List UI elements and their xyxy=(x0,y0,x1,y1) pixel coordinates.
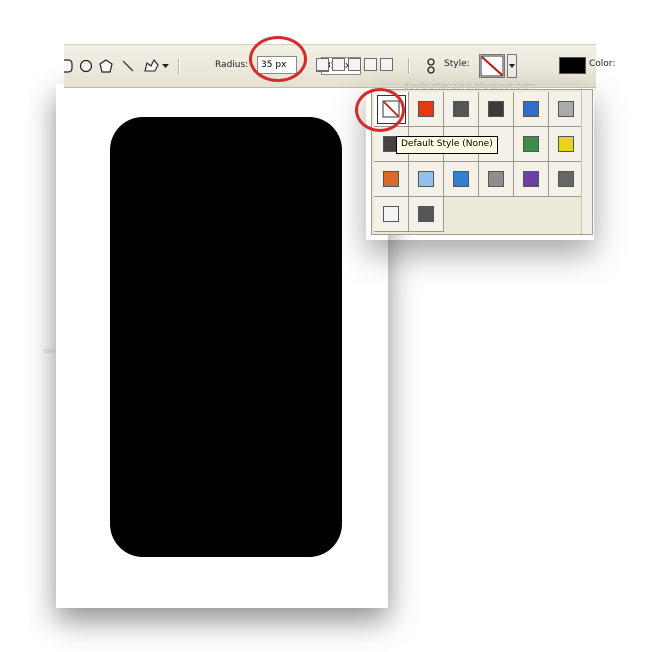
exclude-area-icon[interactable] xyxy=(380,58,393,71)
style-dark-glossy-swatch-icon xyxy=(488,101,504,117)
style-orange-sunset-swatch-icon xyxy=(383,171,399,187)
style-yellow-frame-swatch-icon xyxy=(558,136,574,152)
style-swatch[interactable] xyxy=(479,54,505,78)
style-gray-block-swatch-icon xyxy=(558,171,574,187)
add-to-area-icon[interactable] xyxy=(332,58,345,71)
subtract-area-icon[interactable] xyxy=(348,58,361,71)
style-cell-style-white-outline[interactable] xyxy=(374,197,409,232)
style-light-gray-swatch-icon xyxy=(558,101,574,117)
style-cell-style-purple[interactable] xyxy=(514,162,549,197)
style-cell-style-sky-horizon[interactable] xyxy=(444,162,479,197)
intersect-area-icon[interactable] xyxy=(364,58,377,71)
annotation-circle-default-style xyxy=(355,88,405,132)
style-cell-style-light-gray[interactable] xyxy=(549,92,584,127)
style-gray-photo-swatch-icon xyxy=(488,171,504,187)
style-dark-gray-swatch-icon xyxy=(453,101,469,117)
style-light-blue-swatch-icon xyxy=(418,171,434,187)
picker-scrollbar[interactable] xyxy=(581,90,592,234)
style-cell-style-charcoal[interactable] xyxy=(409,197,444,232)
style-grid xyxy=(374,92,584,232)
style-sky-horizon-swatch-icon xyxy=(453,171,469,187)
style-cell-style-orange-sunset[interactable] xyxy=(374,162,409,197)
side-watermark: doo xyxy=(44,348,56,355)
style-cell-style-light-blue[interactable] xyxy=(409,162,444,197)
style-charcoal-swatch-icon xyxy=(418,206,434,222)
style-purple-swatch-icon xyxy=(523,171,539,187)
style-red-glow-swatch-icon xyxy=(418,101,434,117)
style-rainbow-swatch-icon xyxy=(523,136,539,152)
color-swatch[interactable] xyxy=(559,57,586,74)
rounded-rectangle-shape[interactable] xyxy=(110,117,342,557)
style-cell-style-yellow-frame[interactable] xyxy=(549,127,584,162)
style-blue-glossy-swatch-icon xyxy=(523,101,539,117)
style-cell-style-gray-photo[interactable] xyxy=(479,162,514,197)
style-cell-style-dark-glossy[interactable] xyxy=(479,92,514,127)
style-tooltip: Default Style (None) xyxy=(396,136,498,154)
style-cell-style-red-glow[interactable] xyxy=(409,92,444,127)
style-cell-style-rainbow[interactable] xyxy=(514,127,549,162)
style-white-outline-swatch-icon xyxy=(383,206,399,222)
new-shape-layer-mode-icon[interactable] xyxy=(316,58,329,71)
style-cell-style-gray-block[interactable] xyxy=(549,162,584,197)
style-cell-style-blue-glossy[interactable] xyxy=(514,92,549,127)
style-dropdown-button[interactable] xyxy=(507,54,517,78)
style-cell-style-dark-gray[interactable] xyxy=(444,92,479,127)
annotation-circle-radius xyxy=(249,36,307,82)
